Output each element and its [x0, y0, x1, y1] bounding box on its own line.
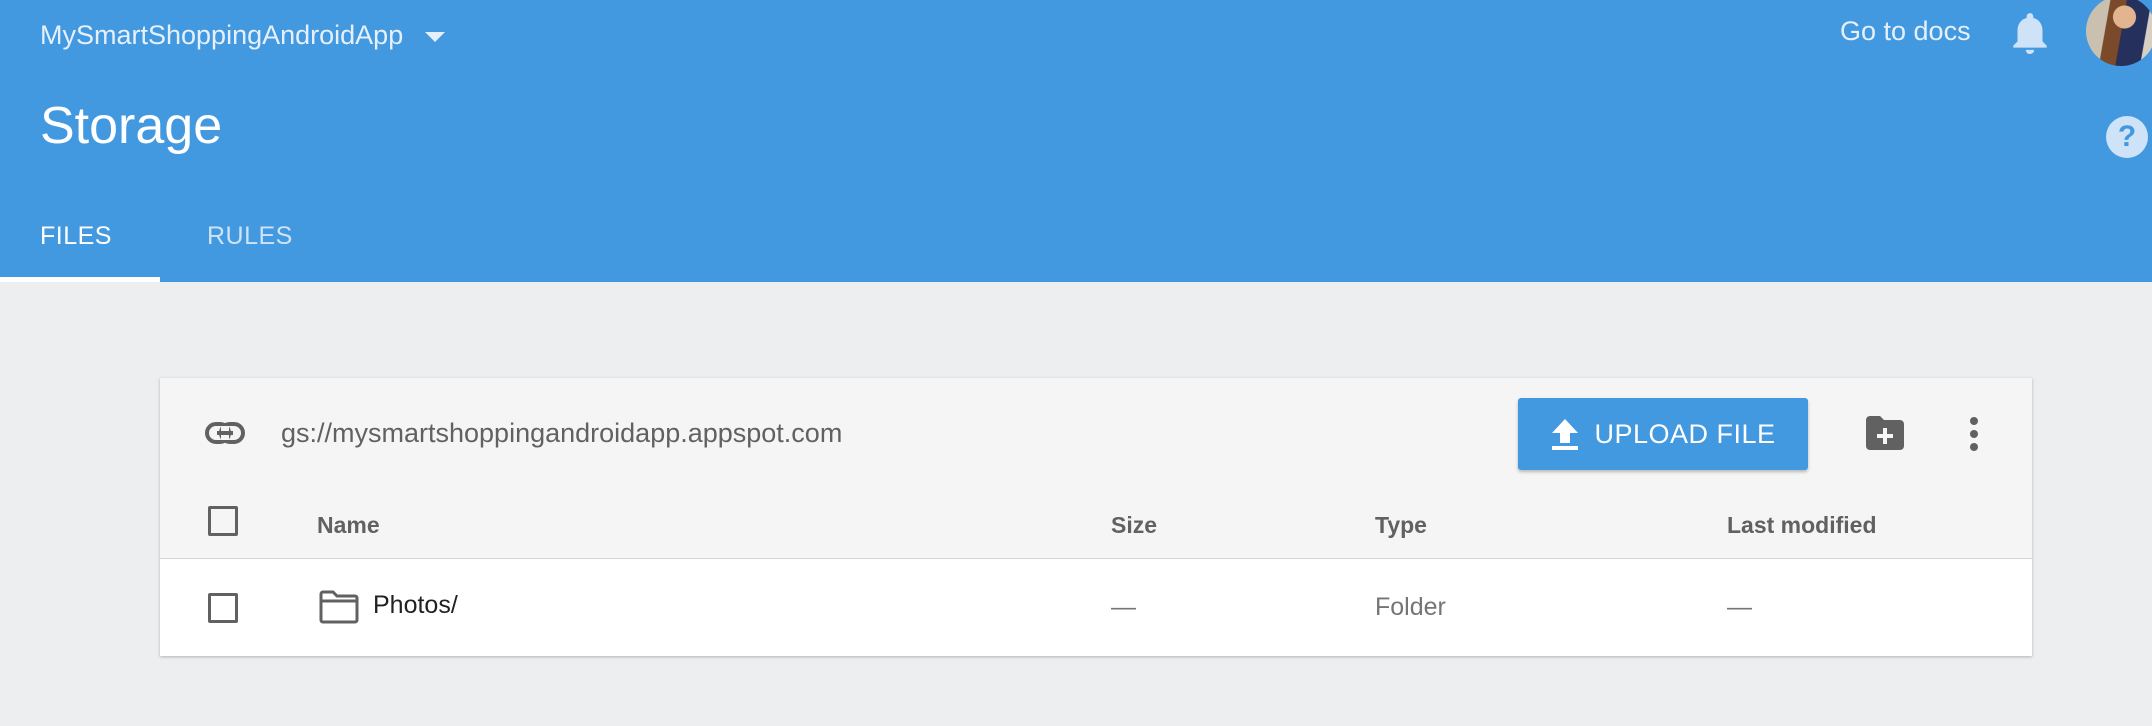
bucket-url: gs://mysmartshoppingandroidapp.appspot.c…	[281, 418, 843, 448]
go-to-docs-link[interactable]: Go to docs	[1840, 16, 1971, 47]
table-header: Name Size Type Last modified	[160, 488, 2032, 559]
row-type: Folder	[1375, 593, 1446, 621]
user-avatar[interactable]	[2086, 0, 2152, 66]
row-name[interactable]: Photos/	[373, 591, 458, 620]
tab-files[interactable]: FILES	[40, 222, 112, 251]
row-size: —	[1111, 593, 1136, 621]
project-name: MySmartShoppingAndroidApp	[40, 19, 404, 50]
new-folder-icon[interactable]	[1864, 414, 1906, 452]
row-last-modified: —	[1727, 593, 1752, 621]
row-checkbox[interactable]	[208, 593, 238, 623]
folder-icon	[319, 590, 359, 624]
chevron-down-icon	[425, 31, 446, 42]
help-icon[interactable]: ?	[2106, 116, 2148, 158]
files-card: gs://mysmartshoppingandroidapp.appspot.c…	[160, 378, 2032, 656]
table-row[interactable]: Photos/ — Folder —	[160, 559, 2032, 656]
upload-icon	[1552, 419, 1579, 450]
app-header: MySmartShoppingAndroidApp Go to docs Sto…	[0, 0, 2152, 282]
active-tab-indicator	[0, 277, 160, 282]
tab-rules[interactable]: RULES	[207, 222, 293, 251]
bucket-toolbar: gs://mysmartshoppingandroidapp.appspot.c…	[160, 378, 2032, 489]
upload-file-label: UPLOAD FILE	[1594, 418, 1776, 449]
more-vert-icon[interactable]	[1968, 416, 1980, 452]
notifications-bell-icon[interactable]	[2010, 12, 2050, 56]
page-title: Storage	[40, 97, 223, 155]
upload-file-button[interactable]: UPLOAD FILE	[1518, 398, 1808, 470]
column-header-last-modified[interactable]: Last modified	[1727, 512, 1877, 539]
column-header-type[interactable]: Type	[1375, 512, 1427, 539]
link-icon	[205, 422, 245, 444]
project-selector[interactable]: MySmartShoppingAndroidApp	[40, 14, 446, 56]
select-all-checkbox[interactable]	[208, 506, 238, 536]
column-header-size[interactable]: Size	[1111, 512, 1157, 539]
column-header-name[interactable]: Name	[317, 512, 380, 539]
